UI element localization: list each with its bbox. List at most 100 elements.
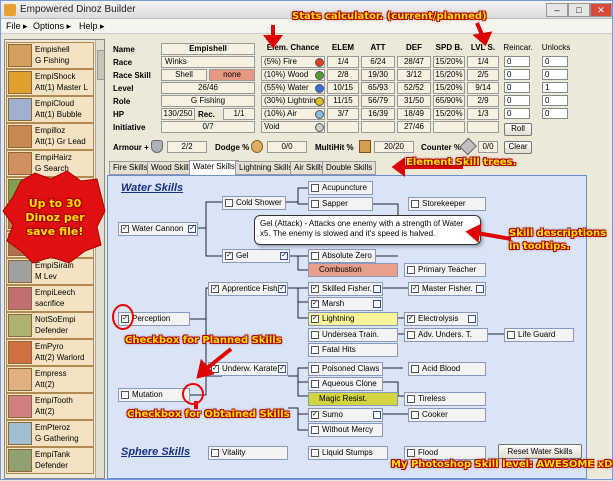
obtained-checkbox[interactable] [411, 411, 419, 419]
skill-water-cannon[interactable]: ✓ Water Cannon ✓ [118, 222, 198, 236]
dinoz-item[interactable]: EmpiShock Att(1) Master L [6, 69, 94, 96]
planned-checkbox[interactable]: ✓ [280, 252, 288, 260]
obtained-checkbox[interactable]: ✓ [407, 315, 415, 323]
close-button[interactable]: ✕ [590, 3, 612, 17]
skill-cooker[interactable]: Cooker [408, 408, 486, 422]
skill-poisoned-claws[interactable]: Poisoned Claws [308, 362, 383, 376]
skill-primary-teacher[interactable]: Primary Teacher [404, 263, 486, 277]
dinoz-item[interactable]: EmpiLeech sacrifice [6, 285, 94, 312]
skill-acid-blood[interactable]: Acid Blood [408, 362, 486, 376]
obtained-checkbox[interactable] [311, 426, 319, 434]
skill-adv-unders[interactable]: Adv. Unders. T. [404, 328, 488, 342]
unlocks-spinner[interactable]: 1 [542, 82, 568, 93]
skill-storekeeper[interactable]: Storekeeper [408, 197, 486, 211]
obtained-checkbox[interactable] [211, 449, 219, 457]
dinoz-item[interactable]: Empishell G Fishing [6, 42, 94, 69]
dinoz-item[interactable]: Empress Att(2) [6, 366, 94, 393]
sidebar-scrollbar[interactable] [95, 40, 104, 478]
skill-absolute-zero[interactable]: Absolute Zero [308, 249, 376, 263]
obtained-checkbox[interactable]: ✓ [211, 285, 219, 293]
skill-life-guard[interactable]: Life Guard [504, 328, 574, 342]
menu-file[interactable]: File ▸ [6, 21, 28, 32]
obtained-checkbox[interactable]: ✓ [311, 300, 319, 308]
reset-water-skills-button[interactable]: Reset Water Skills [498, 444, 582, 459]
name-value[interactable]: Empishell [161, 43, 255, 55]
planned-checkbox[interactable]: ✓ [188, 225, 196, 233]
obtained-checkbox[interactable] [311, 184, 319, 192]
tab-fire[interactable]: Fire Skills [109, 161, 152, 175]
reincar-spinner[interactable]: 0 [504, 56, 530, 67]
menu-help[interactable]: Help ▸ [79, 21, 105, 32]
roll-button[interactable]: Roll [504, 123, 532, 136]
dinoz-item[interactable]: Empilloz Att(1) Gr Lead [6, 123, 94, 150]
reincar-spinner[interactable]: 0 [504, 108, 530, 119]
skill-without-mercy[interactable]: Without Mercy [308, 423, 383, 437]
skill-sumo[interactable]: ✓ Sumo [308, 408, 383, 422]
unlocks-spinner[interactable]: 0 [542, 69, 568, 80]
obtained-checkbox[interactable] [311, 200, 319, 208]
planned-checkbox[interactable] [468, 315, 476, 323]
skill-combustion[interactable]: Combustion [308, 263, 398, 277]
skill-aqueous-clone[interactable]: Aqueous Clone [308, 377, 383, 391]
obtained-checkbox[interactable] [225, 199, 233, 207]
obtained-checkbox[interactable] [407, 395, 415, 403]
planned-checkbox[interactable] [373, 411, 381, 419]
tab-water[interactable]: Water Skills [189, 160, 239, 176]
skill-mutation[interactable]: Mutation [118, 388, 190, 402]
obtained-checkbox[interactable]: ✓ [225, 252, 233, 260]
skill-perception[interactable]: ✓ Perception [118, 312, 190, 326]
skill-flood[interactable]: Flood [404, 446, 486, 460]
dinoz-item[interactable]: EmpiSirain M Lev [6, 258, 94, 285]
dinoz-item[interactable]: EmpiTank Defender [6, 447, 94, 474]
obtained-checkbox[interactable]: ✓ [411, 285, 419, 293]
maximize-button[interactable]: □ [568, 3, 590, 17]
skill-cold-shower[interactable]: Cold Shower [222, 196, 286, 210]
obtained-checkbox[interactable] [311, 346, 319, 354]
obtained-checkbox[interactable] [407, 449, 415, 457]
reincar-spinner[interactable]: 0 [504, 95, 530, 106]
planned-checkbox[interactable] [373, 285, 381, 293]
dinoz-item[interactable]: EmpiCloud Att(1) Bubble [6, 96, 94, 123]
obtained-checkbox[interactable]: ✓ [311, 315, 319, 323]
obtained-checkbox[interactable] [407, 331, 415, 339]
obtained-checkbox[interactable] [311, 449, 319, 457]
skill-magic-resist[interactable]: Magic Resist. [308, 392, 398, 406]
skill-skilled-fisher[interactable]: ✓ Skilled Fisher. [308, 282, 383, 296]
scroll-thumb[interactable] [97, 50, 104, 80]
skill-liquid-stumps[interactable]: Liquid Stumps [308, 446, 388, 460]
skill-electrolysis[interactable]: ✓ Electrolysis [404, 312, 478, 326]
minimize-button[interactable]: – [546, 3, 568, 17]
skill-sapper[interactable]: Sapper [308, 197, 373, 211]
menu-options[interactable]: Options ▸ [33, 21, 71, 32]
obtained-checkbox[interactable] [411, 365, 419, 373]
dinoz-item[interactable]: EmpiTooth Att(2) [6, 393, 94, 420]
skill-gel[interactable]: ✓ Gel ✓ [222, 249, 290, 263]
skill-acupuncture[interactable]: Acupuncture [308, 181, 373, 195]
skill-fatal-hits[interactable]: Fatal Hits [308, 343, 398, 357]
tab-double[interactable]: Double Skills [322, 161, 377, 175]
dinoz-item[interactable]: EmPyro Att(2) Warlord [6, 339, 94, 366]
skill-vitality[interactable]: Vitality [208, 446, 288, 460]
planned-checkbox[interactable]: ✓ [278, 365, 286, 373]
obtained-checkbox[interactable] [411, 200, 419, 208]
obtained-checkbox[interactable] [507, 331, 515, 339]
unlocks-spinner[interactable]: 0 [542, 108, 568, 119]
dinoz-item[interactable]: EmPteroz G Gathering [6, 420, 94, 447]
dinoz-item[interactable]: EmpiHairz G Search [6, 150, 94, 177]
skill-lightning[interactable]: ✓ Lightning [308, 312, 398, 326]
tab-lightning[interactable]: Lightning Skills [235, 161, 297, 175]
obtained-checkbox[interactable]: ✓ [121, 315, 129, 323]
unlocks-spinner[interactable]: 0 [542, 95, 568, 106]
obtained-checkbox[interactable]: ✓ [311, 411, 319, 419]
planned-checkbox[interactable] [476, 285, 484, 293]
dinoz-item[interactable]: NotSoEmpi Defender [6, 312, 94, 339]
obtained-checkbox[interactable] [311, 252, 319, 260]
race-select[interactable]: Winks [161, 56, 255, 68]
skill-tireless[interactable]: Tireless [404, 392, 486, 406]
obtained-checkbox[interactable] [311, 331, 319, 339]
obtained-checkbox[interactable] [407, 266, 415, 274]
obtained-checkbox[interactable] [311, 365, 319, 373]
skill-underw-karate[interactable]: ✓ Underw. Karate ✓ [208, 362, 288, 376]
obtained-checkbox[interactable] [121, 391, 129, 399]
reincar-spinner[interactable]: 0 [504, 69, 530, 80]
